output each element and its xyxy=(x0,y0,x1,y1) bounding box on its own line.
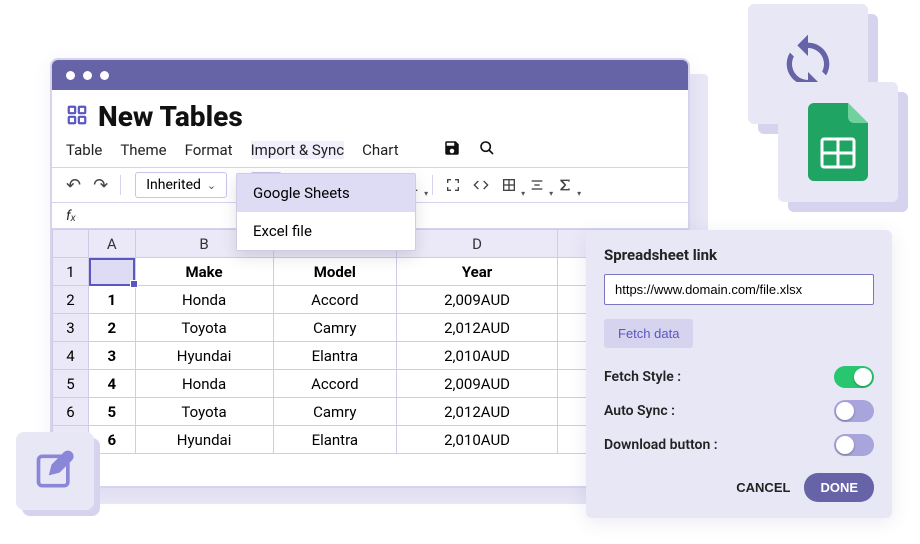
page-title: New Tables xyxy=(98,100,243,133)
fetch-data-button[interactable]: Fetch data xyxy=(604,319,693,348)
tables-logo-icon xyxy=(66,104,88,130)
window-control-dot[interactable] xyxy=(100,71,109,80)
done-button[interactable]: DONE xyxy=(804,473,874,502)
row-header[interactable]: 5 xyxy=(53,370,89,398)
cell[interactable]: 4 xyxy=(89,370,136,398)
cell[interactable]: Camry xyxy=(273,314,396,342)
row-header[interactable]: 1 xyxy=(53,258,89,286)
cell[interactable]: 1 xyxy=(89,286,136,314)
toggle-label: Auto Sync : xyxy=(604,403,675,419)
cell[interactable]: 6 xyxy=(89,426,136,454)
cell[interactable]: Elantra xyxy=(273,342,396,370)
undo-icon[interactable]: ↶ xyxy=(62,175,85,196)
cell[interactable]: 2 xyxy=(89,314,136,342)
cell[interactable]: 2,010AUD xyxy=(397,342,558,370)
sigma-icon[interactable]: ▾ xyxy=(553,173,577,197)
row-header[interactable]: 6 xyxy=(53,398,89,426)
fx-label: fₓ xyxy=(66,207,76,224)
save-icon[interactable] xyxy=(443,139,461,161)
window-control-dot[interactable] xyxy=(66,71,75,80)
row-header[interactable]: 2 xyxy=(53,286,89,314)
spreadsheet-url-input[interactable] xyxy=(604,274,874,305)
fullscreen-icon[interactable] xyxy=(441,173,465,197)
cell[interactable]: 2,009AUD xyxy=(397,370,558,398)
window-titlebar xyxy=(52,60,688,90)
cell[interactable]: Hyundai xyxy=(135,426,273,454)
cell[interactable]: 2,010AUD xyxy=(397,426,558,454)
cell[interactable]: Honda xyxy=(135,370,273,398)
cell[interactable]: 5 xyxy=(89,398,136,426)
toggle-label: Fetch Style : xyxy=(604,369,681,385)
cancel-button[interactable]: CANCEL xyxy=(736,480,790,495)
toggle-label: Download button : xyxy=(604,437,718,453)
menu-format[interactable]: Format xyxy=(185,141,233,159)
cell[interactable]: Elantra xyxy=(273,426,396,454)
borders-icon[interactable]: ▾ xyxy=(497,173,521,197)
edit-badge xyxy=(16,432,94,510)
cell[interactable] xyxy=(89,258,136,286)
cell[interactable]: Honda xyxy=(135,286,273,314)
code-icon[interactable] xyxy=(469,173,493,197)
row-header[interactable]: 4 xyxy=(53,342,89,370)
cell[interactable]: Hyundai xyxy=(135,342,273,370)
cell[interactable]: Model xyxy=(273,258,396,286)
cell[interactable]: Accord xyxy=(273,286,396,314)
col-header[interactable]: D xyxy=(397,230,558,258)
cell[interactable]: Camry xyxy=(273,398,396,426)
font-family-select[interactable]: Inherited ⌄ xyxy=(135,172,227,198)
toggle-1[interactable] xyxy=(834,400,874,422)
dropdown-item-excel-file[interactable]: Excel file xyxy=(237,212,415,250)
cell[interactable]: Make xyxy=(135,258,273,286)
spreadsheet-link-panel: Spreadsheet link Fetch data Fetch Style … xyxy=(586,230,892,518)
toggle-2[interactable] xyxy=(834,434,874,456)
sheets-card xyxy=(778,82,898,202)
menu-chart[interactable]: Chart xyxy=(362,141,399,159)
chevron-down-icon: ⌄ xyxy=(207,179,216,192)
menu-table[interactable]: Table xyxy=(66,141,102,159)
cell[interactable]: Year xyxy=(397,258,558,286)
dropdown-item-google-sheets[interactable]: Google Sheets xyxy=(237,174,415,212)
cell[interactable]: Accord xyxy=(273,370,396,398)
cell[interactable]: Toyota xyxy=(135,314,273,342)
cell[interactable]: 2,009AUD xyxy=(397,286,558,314)
row-header[interactable]: 3 xyxy=(53,314,89,342)
redo-icon[interactable]: ↷ xyxy=(89,175,112,196)
cell[interactable]: 2,012AUD xyxy=(397,314,558,342)
panel-title: Spreadsheet link xyxy=(604,246,874,264)
menu-import-sync[interactable]: Import & Sync xyxy=(251,141,344,159)
menubar: Table Theme Format Import & Sync Chart xyxy=(52,135,688,167)
window-control-dot[interactable] xyxy=(83,71,92,80)
import-sync-dropdown: Google Sheets Excel file xyxy=(236,173,416,251)
toggle-0[interactable] xyxy=(834,366,874,388)
font-family-value: Inherited xyxy=(146,177,201,193)
merge-icon[interactable]: ▾ xyxy=(525,173,549,197)
menu-theme[interactable]: Theme xyxy=(120,141,166,159)
cell[interactable]: 3 xyxy=(89,342,136,370)
grid-corner[interactable] xyxy=(53,230,89,258)
cell[interactable]: Toyota xyxy=(135,398,273,426)
cell[interactable]: 2,012AUD xyxy=(397,398,558,426)
col-header[interactable]: A xyxy=(89,230,136,258)
search-icon[interactable] xyxy=(479,140,495,160)
